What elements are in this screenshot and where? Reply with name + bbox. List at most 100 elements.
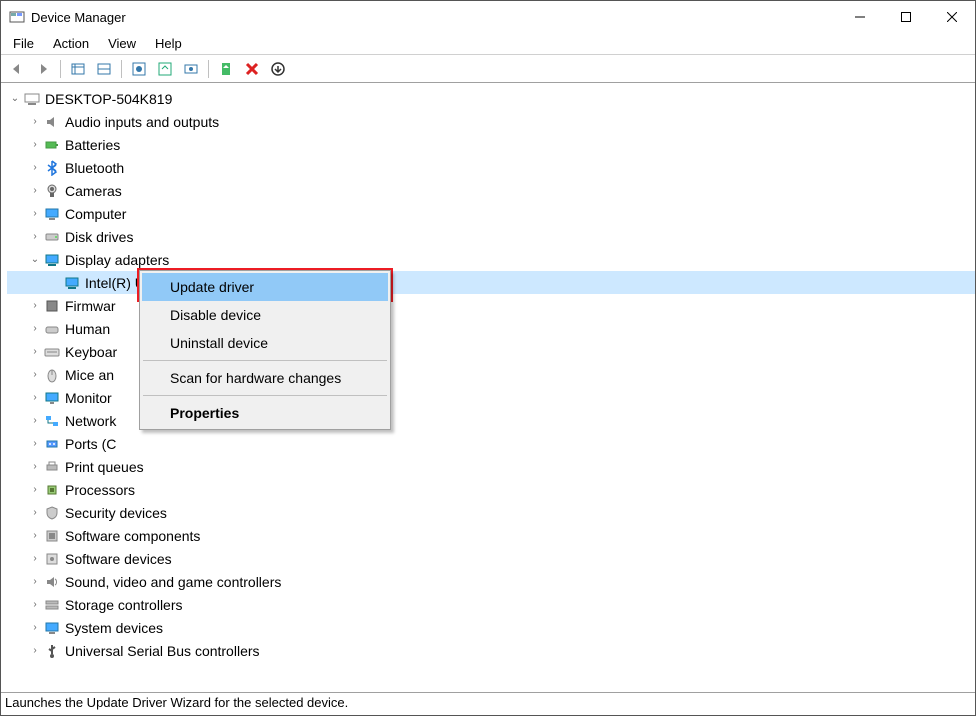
chevron-right-icon[interactable]: › (27, 620, 43, 636)
tree-label: Audio inputs and outputs (65, 114, 219, 130)
chevron-right-icon[interactable]: › (27, 160, 43, 176)
tree-category[interactable]: ›Processors (7, 478, 975, 501)
toolbar-separator (60, 60, 61, 78)
toolbar-forward[interactable] (31, 58, 55, 80)
tree-category[interactable]: › Security devices (7, 501, 975, 524)
chevron-right-icon[interactable]: › (27, 505, 43, 521)
menu-view[interactable]: View (106, 34, 138, 53)
close-button[interactable] (929, 1, 975, 33)
tree-label: Disk drives (65, 229, 133, 245)
statusbar: Launches the Update Driver Wizard for th… (1, 693, 975, 715)
toolbar-scan-hw[interactable] (179, 58, 203, 80)
menu-file[interactable]: File (11, 34, 36, 53)
tree-label: Cameras (65, 183, 122, 199)
processor-icon (43, 481, 61, 499)
tree-category-display-adapters[interactable]: ⌄Display adapters (7, 248, 975, 271)
minimize-button[interactable] (837, 1, 883, 33)
tree-category[interactable]: ›Software components (7, 524, 975, 547)
usb-icon (43, 642, 61, 660)
tree-label: Firmwar (65, 298, 116, 314)
tree-category[interactable]: › Cameras (7, 179, 975, 202)
tree-category[interactable]: ›Print queues (7, 455, 975, 478)
tree-category[interactable]: ›Software devices (7, 547, 975, 570)
chevron-right-icon[interactable]: › (27, 597, 43, 613)
tree-label: Batteries (65, 137, 120, 153)
chevron-right-icon[interactable]: › (27, 298, 43, 314)
context-menu-update-driver[interactable]: Update driver (142, 273, 388, 301)
disk-icon (43, 228, 61, 246)
tree-category[interactable]: › Batteries (7, 133, 975, 156)
context-menu-properties[interactable]: Properties (142, 399, 388, 427)
keyboard-icon (43, 343, 61, 361)
tree-category[interactable]: ›System devices (7, 616, 975, 639)
tree-category[interactable]: ›Ports (C (7, 432, 975, 455)
tree-category[interactable]: ›Storage controllers (7, 593, 975, 616)
chevron-right-icon[interactable]: › (27, 459, 43, 475)
statusbar-text: Launches the Update Driver Wizard for th… (5, 695, 348, 710)
chevron-down-icon[interactable]: ⌄ (27, 252, 43, 268)
toolbar-uninstall[interactable] (240, 58, 264, 80)
tree-label: Security devices (65, 505, 167, 521)
chevron-right-icon[interactable]: › (27, 413, 43, 429)
toolbar (1, 55, 975, 83)
chevron-right-icon[interactable]: › (27, 436, 43, 452)
chevron-right-icon[interactable]: › (27, 321, 43, 337)
chevron-right-icon[interactable]: › (27, 183, 43, 199)
chevron-right-icon[interactable]: › (27, 643, 43, 659)
toolbar-refresh[interactable] (153, 58, 177, 80)
mouse-icon (43, 366, 61, 384)
tree-category[interactable]: ›Universal Serial Bus controllers (7, 639, 975, 662)
chevron-right-icon[interactable]: › (27, 367, 43, 383)
context-menu-scan-hardware[interactable]: Scan for hardware changes (142, 364, 388, 392)
computer-icon (23, 90, 41, 108)
port-icon (43, 435, 61, 453)
context-menu-item-label: Update driver (170, 279, 254, 295)
monitor-icon (43, 389, 61, 407)
context-menu-item-label: Uninstall device (170, 335, 268, 351)
bluetooth-icon (43, 159, 61, 177)
chevron-right-icon[interactable]: › (27, 482, 43, 498)
tree-category[interactable]: ›Bluetooth (7, 156, 975, 179)
toolbar-show-hidden-1[interactable] (66, 58, 90, 80)
menu-action[interactable]: Action (51, 34, 91, 53)
tree-root[interactable]: ⌄ DESKTOP-504K819 (7, 87, 975, 110)
toolbar-back[interactable] (5, 58, 29, 80)
storage-icon (43, 596, 61, 614)
context-menu-item-label: Scan for hardware changes (170, 370, 341, 386)
sound-icon (43, 573, 61, 591)
context-menu-uninstall-device[interactable]: Uninstall device (142, 329, 388, 357)
chevron-right-icon[interactable]: › (27, 528, 43, 544)
chevron-right-icon[interactable]: › (27, 390, 43, 406)
battery-icon (43, 136, 61, 154)
tree-category[interactable]: ›Sound, video and game controllers (7, 570, 975, 593)
maximize-button[interactable] (883, 1, 929, 33)
chevron-right-icon[interactable]: › (27, 344, 43, 360)
chevron-right-icon[interactable]: › (27, 574, 43, 590)
toolbar-separator (121, 60, 122, 78)
tree-label: Human (65, 321, 110, 337)
toolbar-update-driver[interactable] (214, 58, 238, 80)
chevron-right-icon[interactable]: › (27, 551, 43, 567)
tree-category[interactable]: › Computer (7, 202, 975, 225)
chevron-right-icon[interactable]: › (27, 229, 43, 245)
menu-help[interactable]: Help (153, 34, 184, 53)
toolbar-separator (208, 60, 209, 78)
toolbar-show-hidden-2[interactable] (92, 58, 116, 80)
chevron-right-icon[interactable]: › (27, 114, 43, 130)
device-tree[interactable]: ⌄ DESKTOP-504K819 › Audio inputs and outp… (1, 83, 975, 693)
firmware-icon (43, 297, 61, 315)
context-menu-disable-device[interactable]: Disable device (142, 301, 388, 329)
tree-category[interactable]: › Audio inputs and outputs (7, 110, 975, 133)
menubar: File Action View Help (1, 33, 975, 55)
toolbar-properties[interactable] (127, 58, 151, 80)
toolbar-more[interactable] (266, 58, 290, 80)
chevron-right-icon[interactable]: › (27, 206, 43, 222)
chevron-right-icon[interactable]: › (27, 137, 43, 153)
tree-label: Network (65, 413, 116, 429)
window-title: Device Manager (31, 10, 837, 25)
tree-label: Computer (65, 206, 126, 222)
tree-category[interactable]: › Disk drives (7, 225, 975, 248)
chevron-down-icon[interactable]: ⌄ (7, 91, 23, 107)
network-icon (43, 412, 61, 430)
none (47, 275, 63, 291)
